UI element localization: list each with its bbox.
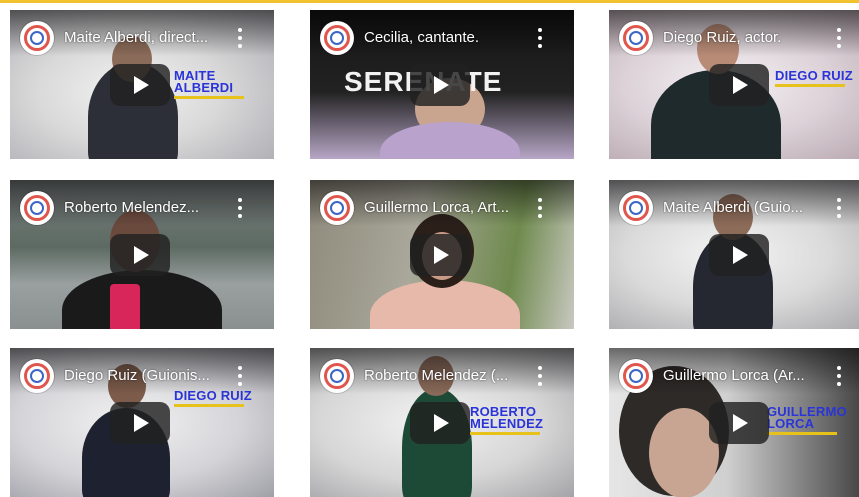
channel-logo-icon[interactable] xyxy=(320,21,354,55)
video-card-8[interactable]: ROBERTO MELENDEZ Roberto Melendez (... xyxy=(310,348,574,497)
video-card-4[interactable]: Roberto Melendez... xyxy=(10,180,274,329)
play-button[interactable] xyxy=(410,402,470,444)
channel-logo-icon[interactable] xyxy=(320,191,354,225)
name-overlay: GUILLERMO LORCA xyxy=(767,405,859,435)
video-grid: MAITE ALBERDI Maite Alberdi, direct... S… xyxy=(0,0,859,497)
play-icon xyxy=(434,246,449,264)
video-title[interactable]: Guillermo Lorca, Art... xyxy=(364,199,534,216)
name-overlay: MAITE ALBERDI xyxy=(174,69,274,99)
more-vert-icon[interactable] xyxy=(833,366,845,386)
video-title[interactable]: Maite Alberdi, direct... xyxy=(64,29,234,46)
video-card-7[interactable]: DIEGO RUIZ Diego Ruiz (Guionis... xyxy=(10,348,274,497)
more-vert-icon[interactable] xyxy=(234,366,246,386)
more-vert-icon[interactable] xyxy=(534,366,546,386)
play-icon xyxy=(134,246,149,264)
video-title[interactable]: Diego Ruiz (Guionis... xyxy=(64,367,234,384)
play-icon xyxy=(733,414,748,432)
more-vert-icon[interactable] xyxy=(234,28,246,48)
video-card-3[interactable]: DIEGO RUIZ Diego Ruiz, actor. xyxy=(609,10,859,159)
play-icon xyxy=(134,76,149,94)
play-icon xyxy=(733,246,748,264)
video-title[interactable]: Roberto Melendez (... xyxy=(364,367,534,384)
channel-logo-icon[interactable] xyxy=(619,191,653,225)
video-card-6[interactable]: Maite Alberdi (Guio... xyxy=(609,180,859,329)
play-button[interactable] xyxy=(410,64,470,106)
play-button[interactable] xyxy=(410,234,470,276)
play-icon xyxy=(134,414,149,432)
video-card-9[interactable]: GUILLERMO LORCA Guillermo Lorca (Ar... xyxy=(609,348,859,497)
more-vert-icon[interactable] xyxy=(534,198,546,218)
play-icon xyxy=(733,76,748,94)
video-title[interactable]: Roberto Melendez... xyxy=(64,199,234,216)
more-vert-icon[interactable] xyxy=(833,198,845,218)
play-icon xyxy=(434,76,449,94)
video-title[interactable]: Cecilia, cantante. xyxy=(364,29,534,46)
video-title[interactable]: Guillermo Lorca (Ar... xyxy=(663,367,833,384)
channel-logo-icon[interactable] xyxy=(20,191,54,225)
video-card-1[interactable]: MAITE ALBERDI Maite Alberdi, direct... xyxy=(10,10,274,159)
play-button[interactable] xyxy=(110,64,170,106)
more-vert-icon[interactable] xyxy=(234,198,246,218)
play-button[interactable] xyxy=(110,234,170,276)
more-vert-icon[interactable] xyxy=(534,28,546,48)
play-button[interactable] xyxy=(709,234,769,276)
play-button[interactable] xyxy=(709,402,769,444)
video-title[interactable]: Maite Alberdi (Guio... xyxy=(663,199,833,216)
video-title[interactable]: Diego Ruiz, actor. xyxy=(663,29,833,46)
video-card-2[interactable]: SERENATE Cecilia, cantante. xyxy=(310,10,574,159)
play-button[interactable] xyxy=(110,402,170,444)
channel-logo-icon[interactable] xyxy=(619,21,653,55)
channel-logo-icon[interactable] xyxy=(619,359,653,393)
channel-logo-icon[interactable] xyxy=(20,359,54,393)
more-vert-icon[interactable] xyxy=(833,28,845,48)
play-icon xyxy=(434,414,449,432)
video-card-5[interactable]: Guillermo Lorca, Art... xyxy=(310,180,574,329)
name-overlay: DIEGO RUIZ xyxy=(775,69,853,87)
channel-logo-icon[interactable] xyxy=(320,359,354,393)
play-button[interactable] xyxy=(709,64,769,106)
name-overlay: ROBERTO MELENDEZ xyxy=(470,405,574,435)
channel-logo-icon[interactable] xyxy=(20,21,54,55)
